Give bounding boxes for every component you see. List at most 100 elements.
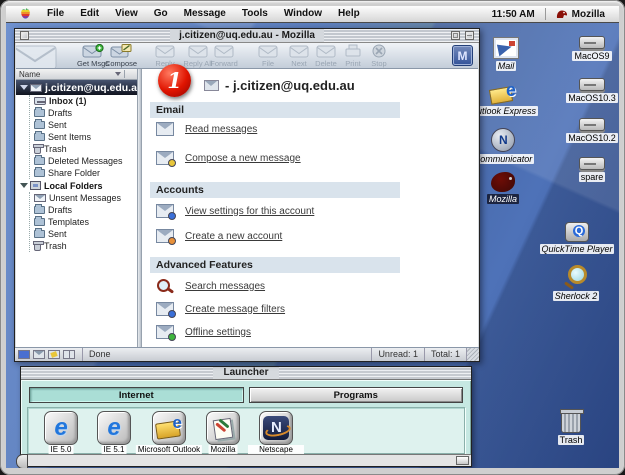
folder-icon [34, 121, 45, 129]
folder-row-sent[interactable]: Sent [30, 119, 137, 131]
section-title: Advanced Features [156, 259, 253, 271]
launcher-button-ie50[interactable]: e [44, 411, 78, 445]
folder-row-templates[interactable]: Templates [30, 216, 137, 228]
compose-message-link[interactable]: Compose a new message [185, 153, 301, 164]
desktop-icon-label: spare [579, 172, 606, 182]
desktop-icon-label: Trash [558, 435, 585, 445]
forward-button[interactable]: Forward [202, 44, 246, 68]
desktop-icon-mozilla[interactable]: Mozilla [471, 172, 535, 204]
message-filters-icon [156, 302, 174, 316]
folder-row-local-drafts[interactable]: Drafts [30, 204, 137, 216]
mail-component-icon[interactable] [33, 350, 45, 359]
mozilla-throbber-icon[interactable]: M [452, 45, 473, 66]
tab-programs[interactable]: Programs [249, 387, 464, 403]
folder-row-local-sent[interactable]: Sent [30, 228, 137, 240]
mail-window: j.citizen@uq.edu.au - Mozilla Get [14, 28, 480, 362]
search-messages-link[interactable]: Search messages [185, 281, 265, 292]
desktop-icon-macos10-2[interactable]: MacOS10.2 [560, 118, 619, 143]
local-folders-icon [30, 181, 41, 190]
menu-file[interactable]: File [39, 6, 72, 22]
desktop-icon-macos10-3[interactable]: MacOS10.3 [560, 78, 619, 103]
folder-label: Templates [48, 217, 89, 227]
twisty-icon[interactable] [20, 183, 28, 188]
offline-settings-link[interactable]: Offline settings [185, 327, 251, 338]
zoom-box-icon[interactable] [451, 31, 460, 40]
menu-clock[interactable]: 11:50 AM [484, 9, 543, 20]
menu-view[interactable]: View [107, 6, 146, 22]
desktop-icon-communicator[interactable]: Communicator [471, 128, 535, 164]
desktop-icon-outlook-express[interactable]: Outlook Express [471, 82, 535, 116]
launcher-scrollbar[interactable] [21, 454, 471, 466]
link-row-read-messages: Read messages [156, 122, 257, 136]
collapse-box-icon[interactable] [465, 31, 474, 40]
create-account-link[interactable]: Create a new account [185, 231, 282, 242]
menu-tools[interactable]: Tools [234, 6, 276, 22]
folder-row-share-folder[interactable]: Share Folder [30, 167, 137, 179]
desktop-icon-label: QuickTime Player [540, 244, 615, 254]
read-messages-icon [156, 122, 174, 136]
folder-row-account[interactable]: j.citizen@uq.edu.au [16, 80, 137, 95]
folder-row-local-folders[interactable]: Local Folders [16, 179, 137, 192]
desktop-icon-quicktime-player[interactable]: QuickTime Player [545, 222, 609, 254]
launcher-title: Launcher [213, 367, 278, 379]
message-filters-link[interactable]: Create message filters [185, 304, 285, 315]
folder-column-header[interactable]: Name [16, 69, 137, 80]
toolbar-button-label: Forward [210, 59, 238, 68]
twisty-icon[interactable] [20, 85, 28, 90]
folder-row-inbox[interactable]: Inbox (1) [30, 95, 137, 107]
composer-component-icon[interactable] [48, 350, 60, 359]
quicktime-icon [565, 222, 589, 242]
menu-window[interactable]: Window [276, 6, 330, 22]
outlook-express-icon [490, 82, 516, 104]
menu-help[interactable]: Help [330, 6, 368, 22]
compose-button[interactable]: Compose [99, 44, 143, 68]
launcher-button-netscape[interactable] [259, 411, 293, 445]
read-messages-link[interactable]: Read messages [185, 124, 257, 135]
menu-message[interactable]: Message [176, 6, 234, 22]
folder-row-sent-items[interactable]: Sent Items [30, 131, 137, 143]
screen: File Edit View Go Message Tools Window H… [0, 0, 625, 475]
close-box-icon[interactable] [20, 31, 29, 40]
disk-icon [579, 157, 605, 170]
section-header-advanced: Advanced Features [150, 257, 400, 273]
desktop-icon-sherlock-2[interactable]: Sherlock 2 [544, 265, 608, 301]
tab-internet[interactable]: Internet [29, 387, 244, 403]
mozilla-app-icon [211, 416, 235, 440]
folder-row-trash[interactable]: Trash [30, 143, 137, 155]
desktop-icon-macos9[interactable]: MacOS9 [560, 36, 619, 61]
scrollbar-thumb[interactable] [456, 456, 469, 465]
launcher-icon-panel: e IE 5.0 e IE 5.1 Microsoft Outlook Expr… [27, 407, 465, 454]
resize-grip[interactable] [466, 348, 479, 361]
desktop-icon-trash[interactable]: Trash [539, 411, 603, 445]
folder-row-deleted-messages[interactable]: Deleted Messages [30, 155, 137, 167]
navigator-component-icon[interactable] [18, 350, 30, 359]
launcher-button-ie51[interactable]: e [97, 411, 131, 445]
folder-label: Sent [48, 120, 67, 130]
folder-label: j.citizen@uq.edu.au [45, 82, 137, 94]
launcher-button-mozilla[interactable] [206, 411, 240, 445]
menu-go[interactable]: Go [146, 6, 176, 22]
new-account-icon [156, 229, 174, 243]
folder-row-local-trash[interactable]: Trash [30, 240, 137, 252]
desktop-icon-spare[interactable]: spare [560, 157, 619, 182]
launcher-title-bar[interactable]: Launcher [21, 367, 471, 380]
launcher-button-outlook-express[interactable] [152, 411, 186, 445]
application-menu[interactable]: Mozilla [548, 9, 613, 20]
window-title: j.citizen@uq.edu.au - Mozilla [170, 29, 324, 42]
window-title-bar[interactable]: j.citizen@uq.edu.au - Mozilla [15, 29, 479, 43]
internet-explorer-icon: e [54, 416, 67, 440]
folder-row-unsent-messages[interactable]: Unsent Messages [30, 192, 137, 204]
launcher-drag-tab[interactable] [16, 454, 28, 468]
unread-count: Unread: 1 [371, 348, 424, 361]
apple-menu[interactable] [12, 8, 39, 20]
folder-icon [34, 206, 45, 214]
view-settings-link[interactable]: View settings for this account [185, 206, 314, 217]
folder-label: Unsent Messages [49, 193, 121, 203]
stop-button[interactable]: Stop [357, 44, 401, 68]
address-book-component-icon[interactable] [63, 350, 75, 359]
desktop: MacOS9 MacOS10.3 MacOS10.2 spare Mail Ou… [6, 23, 619, 468]
desktop-icon-mail[interactable]: Mail [474, 37, 538, 71]
folder-row-drafts[interactable]: Drafts [30, 107, 137, 119]
disk-icon [579, 36, 605, 49]
menu-edit[interactable]: Edit [72, 6, 107, 22]
